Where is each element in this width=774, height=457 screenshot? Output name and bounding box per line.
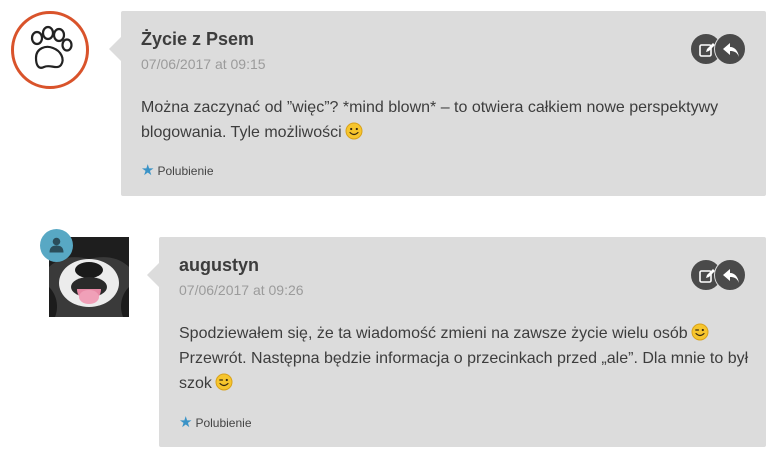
comment-text-body: Przewrót. Następna będzie informacja o p… — [179, 350, 749, 392]
wink-emoji-icon — [215, 373, 233, 391]
star-icon: ★ — [179, 414, 193, 431]
like-label: Polubienie — [195, 415, 252, 430]
comment-date[interactable]: 07/06/2017 at 09:15 — [141, 56, 266, 72]
like-label: Polubienie — [157, 163, 214, 178]
comment-actions — [690, 259, 746, 291]
comment: Życie z Psem 07/06/2017 at 09:15 Można z… — [109, 11, 766, 196]
reply-icon — [723, 43, 739, 57]
wink-emoji-icon — [691, 323, 709, 341]
like-button[interactable]: ★ Polubienie — [141, 163, 214, 178]
comment-author[interactable]: Życie z Psem — [141, 29, 254, 50]
comment: augustyn 07/06/2017 at 09:26 Spodziewałe… — [147, 237, 766, 447]
paw-avatar — [11, 11, 89, 89]
comment-text-body: Spodziewałem się, że ta wiadomość zmieni… — [179, 325, 688, 342]
comment-actions — [690, 33, 746, 65]
comment-text-body: Można zaczynać od ”więc”? *mind blown* –… — [141, 99, 719, 141]
smile-emoji-icon — [345, 122, 363, 140]
user-badge — [40, 229, 73, 262]
user-icon — [49, 237, 64, 253]
comment-author[interactable]: augustyn — [179, 255, 259, 276]
reply-button[interactable] — [714, 33, 746, 65]
comment-date[interactable]: 07/06/2017 at 09:26 — [179, 282, 304, 298]
reply-button[interactable] — [714, 259, 746, 291]
like-button[interactable]: ★ Polubienie — [179, 415, 252, 430]
comment-text: Można zaczynać od ”więc”? *mind blown* –… — [141, 95, 741, 145]
star-icon: ★ — [141, 162, 155, 179]
comment-text: Spodziewałem się, że ta wiadomość zmieni… — [179, 321, 754, 396]
reply-icon — [723, 269, 739, 283]
paw-icon — [30, 25, 73, 69]
